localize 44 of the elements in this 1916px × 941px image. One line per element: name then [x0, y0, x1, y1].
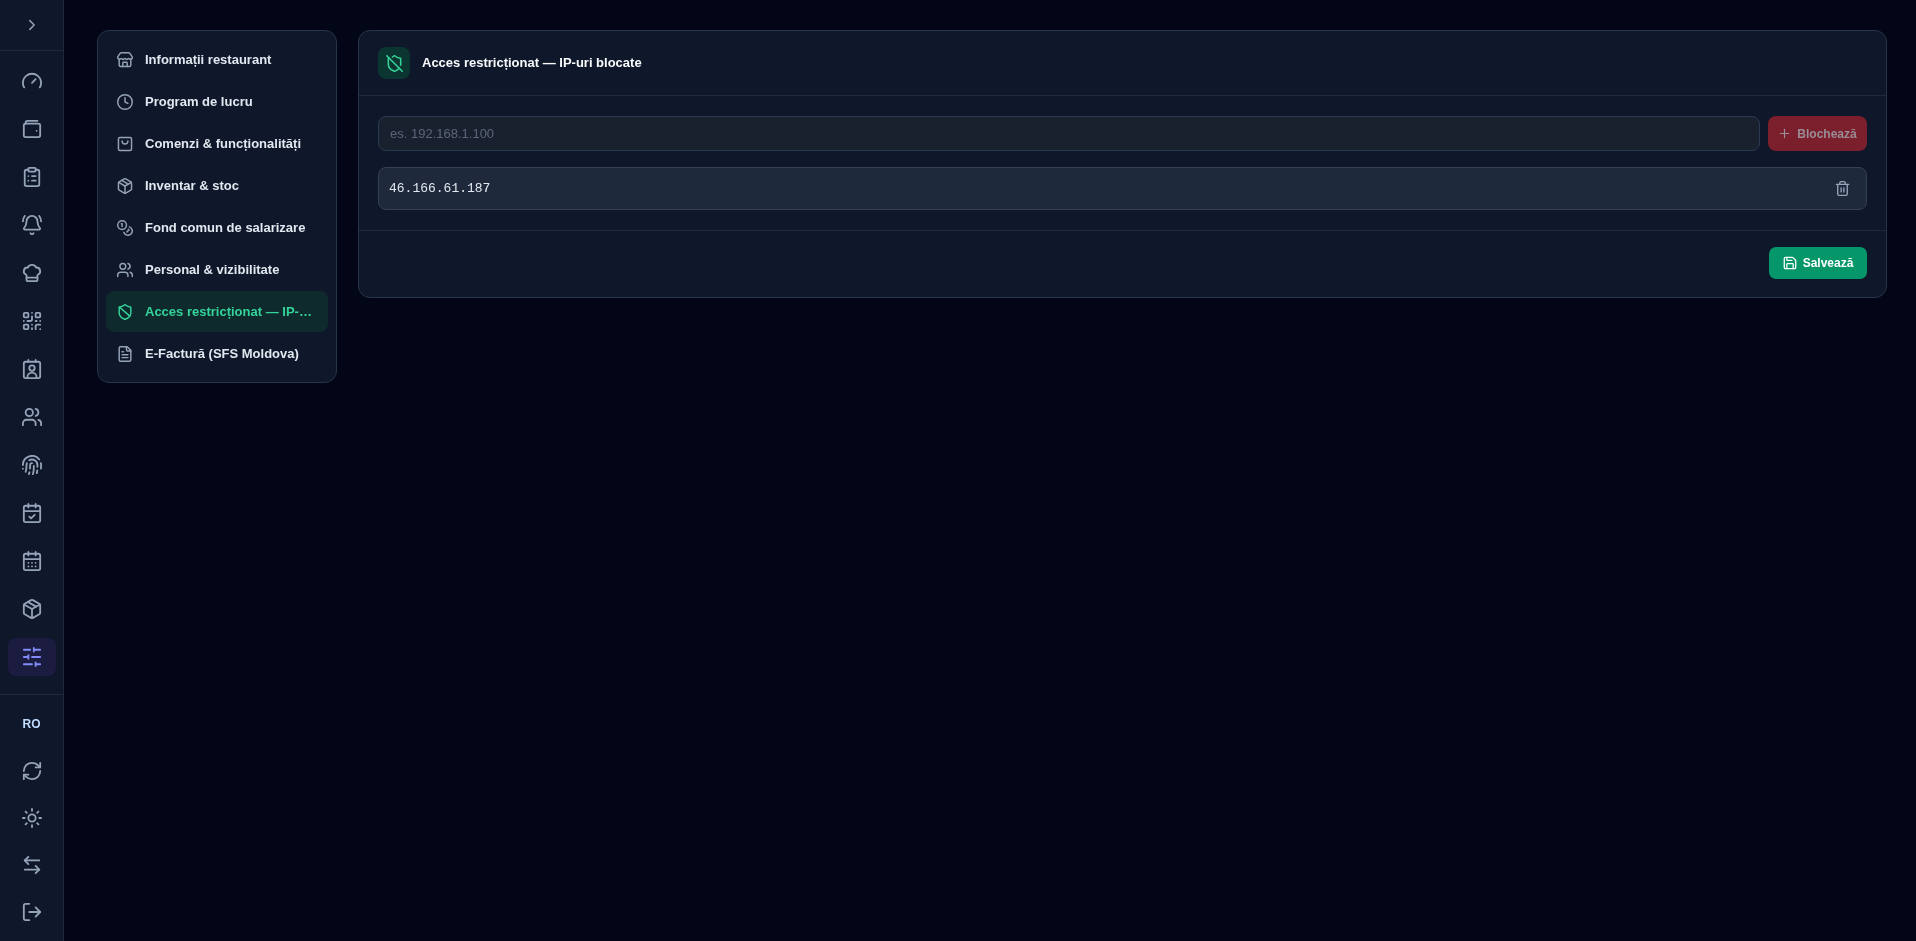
settings-menu-item[interactable]: E-Factură (SFS Moldova) [106, 333, 328, 374]
settings-menu-item[interactable]: Program de lucru [106, 81, 328, 122]
id-badge-icon [21, 359, 42, 379]
calendar-icon [21, 551, 42, 571]
clipboard-icon [21, 167, 42, 187]
document-icon [117, 345, 133, 362]
save-button[interactable]: Salvează [1769, 247, 1867, 279]
sliders-icon [21, 647, 42, 667]
settings-menu-item[interactable]: Acces restricționat — IP-… [106, 291, 328, 332]
settings-menu-item[interactable]: Comenzi & funcționalități [106, 123, 328, 164]
fingerprint-icon [21, 455, 42, 475]
trash-icon [1835, 181, 1850, 196]
coins-icon [117, 219, 133, 236]
settings-menu-item[interactable]: Fond comun de salarizare [106, 207, 328, 248]
settings-menu-item[interactable]: Personal & vizibilitate [106, 249, 328, 290]
refresh-icon [21, 761, 42, 781]
settings-menu-item[interactable]: Inventar & stoc [106, 165, 328, 206]
language-button[interactable]: RO [13, 705, 50, 743]
ip-address: 46.166.61.187 [389, 179, 491, 198]
delete-button[interactable] [1835, 181, 1850, 196]
ip-input-field[interactable]: es. 192.168.1.100 [378, 116, 1760, 151]
clock-icon [117, 93, 133, 110]
calendar-check-icon [21, 503, 42, 523]
users-icon [21, 407, 42, 427]
users-icon [117, 261, 133, 278]
plus-icon [1778, 127, 1792, 140]
save-icon [1782, 256, 1797, 270]
bag-icon [117, 135, 133, 152]
qr-code-icon [21, 311, 42, 331]
shield-off-icon [378, 47, 410, 79]
swap-arrows-icon [21, 855, 42, 875]
gauge-icon [21, 71, 42, 91]
bell-icon [21, 215, 42, 235]
nav-button[interactable] [7, 638, 56, 676]
logout-icon [21, 902, 42, 922]
shield-icon [117, 303, 133, 320]
box-icon [21, 599, 42, 619]
box-icon [117, 177, 133, 194]
settings-menu-item[interactable]: Informații restaurant [106, 39, 328, 80]
sun-icon [21, 808, 42, 828]
chef-hat-icon [21, 263, 42, 283]
store-icon [117, 51, 133, 68]
wallet-icon [21, 119, 42, 139]
panel-title: Acces restricționat — IP-uri blocate [422, 55, 642, 71]
